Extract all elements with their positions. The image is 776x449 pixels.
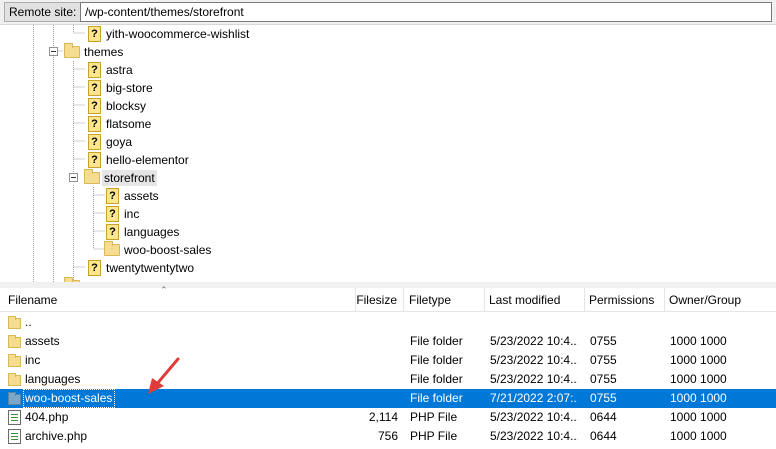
folder-icon [8,391,22,406]
remote-site-label: Remote site: [4,2,82,22]
column-header-filesize[interactable]: Filesize [356,288,404,312]
file-row-inc[interactable]: inc File folder 5/23/2022 10:4... 0755 1… [0,351,776,370]
unknown-folder-icon: ? [86,62,102,78]
remote-path-input[interactable]: /wp-content/themes/storefront [80,2,772,22]
themes-collapse-toggle[interactable] [49,47,58,56]
column-header-filetype[interactable]: Filetype [405,288,485,312]
file-row-languages[interactable]: languages File folder 5/23/2022 10:4... … [0,370,776,389]
remote-file-list[interactable]: ⌃ Filename Filesize Filetype Last modifi… [0,285,776,449]
folder-icon [64,43,80,58]
unknown-folder-icon: ? [86,98,102,114]
unknown-folder-icon: ? [104,206,120,222]
folder-icon [84,169,100,184]
column-header-permissions[interactable]: Permissions [585,288,665,312]
folder-icon [8,372,22,387]
php-file-icon [8,429,22,444]
unknown-folder-icon: ? [86,80,102,96]
file-list-header: ⌃ Filename Filesize Filetype Last modifi… [0,285,776,312]
storefront-collapse-toggle[interactable] [69,173,78,182]
file-row-assets[interactable]: assets File folder 5/23/2022 10:4... 075… [0,332,776,351]
unknown-folder-icon: ? [86,260,102,276]
file-row-parent[interactable]: .. [0,313,776,332]
column-header-owner-group[interactable]: Owner/Group [665,288,776,312]
unknown-folder-icon: ? [86,26,102,42]
remote-site-bar: Remote site: /wp-content/themes/storefro… [0,0,776,24]
php-file-icon [8,410,22,425]
remote-directory-tree[interactable]: ? yith-woocommerce-wishlist themes ? ast… [0,24,776,282]
unknown-folder-icon: ? [86,116,102,132]
file-row-archive-php[interactable]: archive.php 756 PHP File 5/23/2022 10:4.… [0,427,776,446]
unknown-folder-icon: ? [104,188,120,204]
file-row-404-php[interactable]: 404.php 2,114 PHP File 5/23/2022 10:4...… [0,408,776,427]
unknown-folder-icon: ? [104,224,120,240]
unknown-folder-icon: ? [86,134,102,150]
folder-icon [8,334,22,349]
folder-icon [8,315,22,330]
folder-icon [104,241,120,256]
folder-icon [8,353,22,368]
column-header-filename[interactable]: Filename [4,288,356,312]
file-row-woo-boost-sales[interactable]: woo-boost-sales File folder 7/21/2022 2:… [0,389,776,408]
column-header-last-modified[interactable]: Last modified [485,288,585,312]
unknown-folder-icon: ? [86,152,102,168]
